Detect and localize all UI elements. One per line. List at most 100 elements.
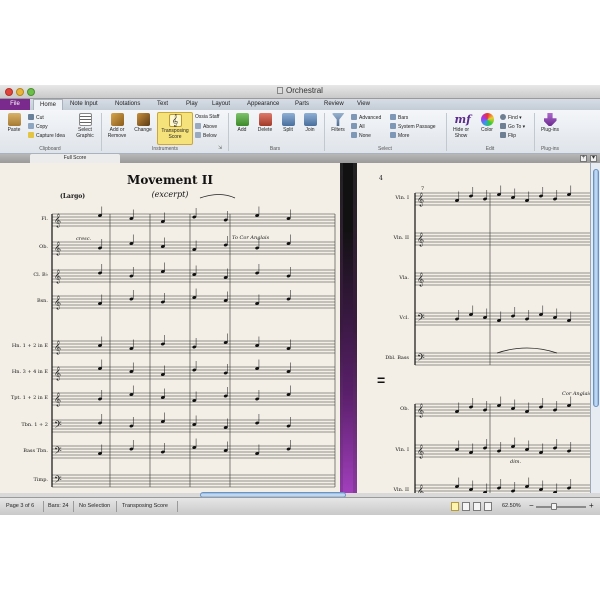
tab-appearance[interactable]: Appearance: [241, 99, 285, 110]
page-status: Page 3 of 6: [6, 503, 35, 509]
score-view[interactable]: 𝄞 𝄞 𝄞 𝄞 𝄞 𝄞 𝄞 𝄢 𝄢 𝄢 Movement II (excerpt) (Largo)…: [0, 163, 600, 493]
instrument-label: Bass Tbn.: [23, 448, 48, 454]
hide-or-show-button[interactable]: mf Hide or Show: [449, 113, 473, 139]
split-bar-button[interactable]: Split: [278, 113, 298, 133]
advanced-select-button[interactable]: Advanced: [351, 114, 381, 121]
instrument-label: Vln. I: [395, 195, 409, 201]
page-view-icon[interactable]: [451, 502, 459, 511]
capture-idea-button[interactable]: Capture Idea: [28, 132, 65, 139]
score-page-right[interactable]: 𝄞 𝄞 𝄞 𝄢 𝄢 𝄞 𝄞 𝄞 = 4 7 Vln. I Vln. II Vla. Vcl. Dbl. …: [357, 163, 600, 493]
instrument-label: Cl. B♭: [33, 272, 48, 278]
ribbon-separator: [228, 113, 229, 151]
select-none-button[interactable]: None: [351, 132, 371, 139]
treble-clef: 𝄞: [54, 295, 61, 309]
join-bar-button[interactable]: Join: [300, 113, 320, 133]
select-all-button[interactable]: All: [351, 123, 365, 130]
page-number: 4: [379, 175, 383, 182]
bass-clef: 𝄢: [417, 352, 425, 366]
continuous-view-icon[interactable]: [462, 502, 470, 511]
tab-home[interactable]: Home: [33, 99, 64, 110]
instrument-label: Hn. 3 + 4 in E: [11, 369, 48, 375]
select-graphic-icon: [78, 113, 92, 126]
spread-view-icon[interactable]: [473, 502, 481, 511]
zoom-slider[interactable]: [536, 506, 586, 508]
instrument-label: Fl.: [41, 216, 48, 222]
bass-clef: 𝄢: [417, 312, 425, 326]
instruments-dialog-launcher[interactable]: ⇲: [218, 145, 222, 151]
zoom-in-icon[interactable]: +: [589, 501, 594, 510]
status-separator: [116, 501, 117, 512]
more-icon: [390, 132, 396, 138]
instrument-label: Ob.: [400, 406, 409, 412]
treble-clef: 𝄞: [54, 269, 61, 283]
transposing-score-toggle[interactable]: 𝄞 Transposing Score: [157, 112, 193, 145]
instrument-label: Vln. I: [395, 447, 409, 453]
tab-full-score[interactable]: Full Score: [30, 154, 120, 163]
instrument-label: Tbn. 1 + 2: [21, 422, 48, 428]
zoom-slider-handle[interactable]: [551, 503, 557, 510]
plugins-group-label: Plug-ins: [540, 146, 560, 152]
selection-status: No Selection: [79, 503, 111, 509]
right-page-notation: 𝄞 𝄞 𝄞 𝄢 𝄢 𝄞 𝄞 𝄞 =: [377, 185, 598, 493]
tab-review[interactable]: Review: [318, 99, 350, 110]
filters-button[interactable]: Filters: [327, 113, 349, 133]
score-page-left[interactable]: 𝄞 𝄞 𝄞 𝄞 𝄞 𝄞 𝄞 𝄢 𝄢 𝄢 Movement II (excerpt) (Largo)…: [0, 163, 340, 493]
tab-file[interactable]: File: [0, 99, 30, 110]
advanced-filter-icon: [351, 114, 357, 120]
treble-clef: 𝄞: [417, 192, 424, 206]
ribbon-separator: [446, 113, 447, 151]
ossia-below-button[interactable]: Below: [195, 132, 217, 139]
delete-bar-button[interactable]: Delete: [255, 113, 275, 133]
flip-button[interactable]: Flip: [500, 132, 516, 139]
add-or-remove-instruments-button[interactable]: Add or Remove: [105, 113, 129, 139]
join-bar-icon: [303, 113, 317, 126]
zoom-level: 62.50%: [502, 503, 521, 509]
instruments-group-label: Instruments: [151, 146, 179, 152]
instrument-label: Hn. 1 + 2 in E: [11, 343, 48, 349]
tab-menu-button[interactable]: ▾: [590, 155, 597, 162]
go-to-button[interactable]: Go To ▾: [500, 123, 525, 130]
select-graphic-button[interactable]: Select Graphic: [74, 113, 96, 139]
document-tab-strip: Full Score + ▾: [0, 154, 600, 163]
panorama-view-icon[interactable]: [484, 502, 492, 511]
flip-icon: [500, 132, 506, 138]
tab-view[interactable]: View: [351, 99, 376, 110]
instrument-label: Vln. II: [393, 487, 409, 493]
find-button[interactable]: Find ▾: [500, 114, 522, 121]
zoom-out-icon[interactable]: −: [529, 501, 534, 510]
change-instrument-button[interactable]: Change: [131, 113, 155, 133]
tempo-marking: (Largo): [60, 193, 86, 200]
paste-icon: [7, 113, 21, 126]
treble-clef: 𝄞: [54, 241, 61, 255]
delete-bar-icon: [258, 113, 272, 126]
copy-button[interactable]: Copy: [28, 123, 48, 130]
bar-number: 7: [421, 186, 425, 192]
ossia-above-button[interactable]: Above: [195, 123, 217, 130]
select-bars-button[interactable]: Bars: [390, 114, 408, 121]
plug-ins-button[interactable]: Plug-ins: [537, 113, 563, 133]
page-shadow: [343, 163, 353, 493]
tab-note-input[interactable]: Note Input: [64, 99, 104, 110]
cor-anglais-text: Cor Anglais: [562, 391, 592, 397]
paste-button[interactable]: Paste: [4, 113, 24, 133]
tab-layout[interactable]: Layout: [206, 99, 236, 110]
clipboard-group-label: Clipboard: [39, 146, 61, 152]
select-all-icon: [351, 123, 357, 129]
system-passage-icon: [390, 123, 396, 129]
tab-text[interactable]: Text: [151, 99, 174, 110]
select-more-button[interactable]: More: [390, 132, 409, 139]
system-passage-button[interactable]: System Passage: [390, 123, 436, 130]
add-bar-button[interactable]: Add: [232, 113, 252, 133]
vertical-scroll-thumb[interactable]: [593, 169, 599, 407]
cut-button[interactable]: Cut: [28, 114, 44, 121]
tab-notations[interactable]: Notations: [109, 99, 146, 110]
ossia-below-icon: [195, 132, 201, 138]
color-button[interactable]: Color: [476, 113, 498, 133]
vertical-scrollbar[interactable]: [590, 163, 600, 493]
new-tab-button[interactable]: +: [580, 155, 587, 162]
tab-parts[interactable]: Parts: [289, 99, 315, 110]
instrument-label: Vln. II: [393, 235, 409, 241]
edit-group-label: Edit: [485, 146, 495, 152]
tab-play[interactable]: Play: [180, 99, 204, 110]
system-separator-mark: =: [377, 372, 385, 388]
